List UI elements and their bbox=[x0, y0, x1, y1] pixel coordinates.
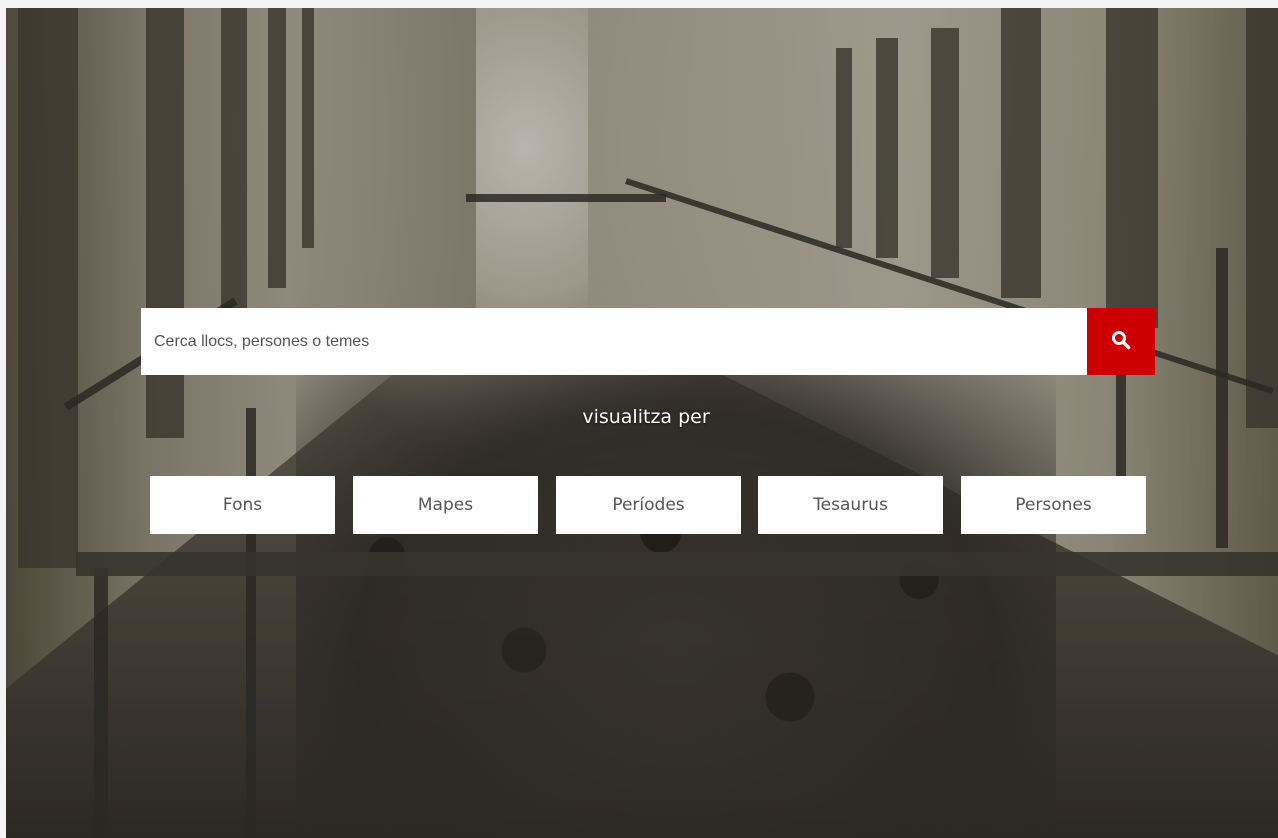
browse-buttons: Fons Mapes Períodes Tesaurus Persones bbox=[150, 476, 1146, 534]
browse-periodes-button[interactable]: Períodes bbox=[556, 476, 741, 534]
browse-fons-button[interactable]: Fons bbox=[150, 476, 335, 534]
browse-mapes-button[interactable]: Mapes bbox=[353, 476, 538, 534]
visualize-by-heading: visualitza per bbox=[582, 406, 710, 428]
search-bar bbox=[141, 308, 1155, 375]
browse-persones-button[interactable]: Persones bbox=[961, 476, 1146, 534]
page-frame: visualitza per Fons Mapes Períodes Tesau… bbox=[0, 0, 1278, 838]
search-button[interactable] bbox=[1087, 308, 1155, 375]
search-icon bbox=[1111, 330, 1131, 353]
browse-tesaurus-button[interactable]: Tesaurus bbox=[758, 476, 943, 534]
search-input[interactable] bbox=[141, 308, 1087, 375]
